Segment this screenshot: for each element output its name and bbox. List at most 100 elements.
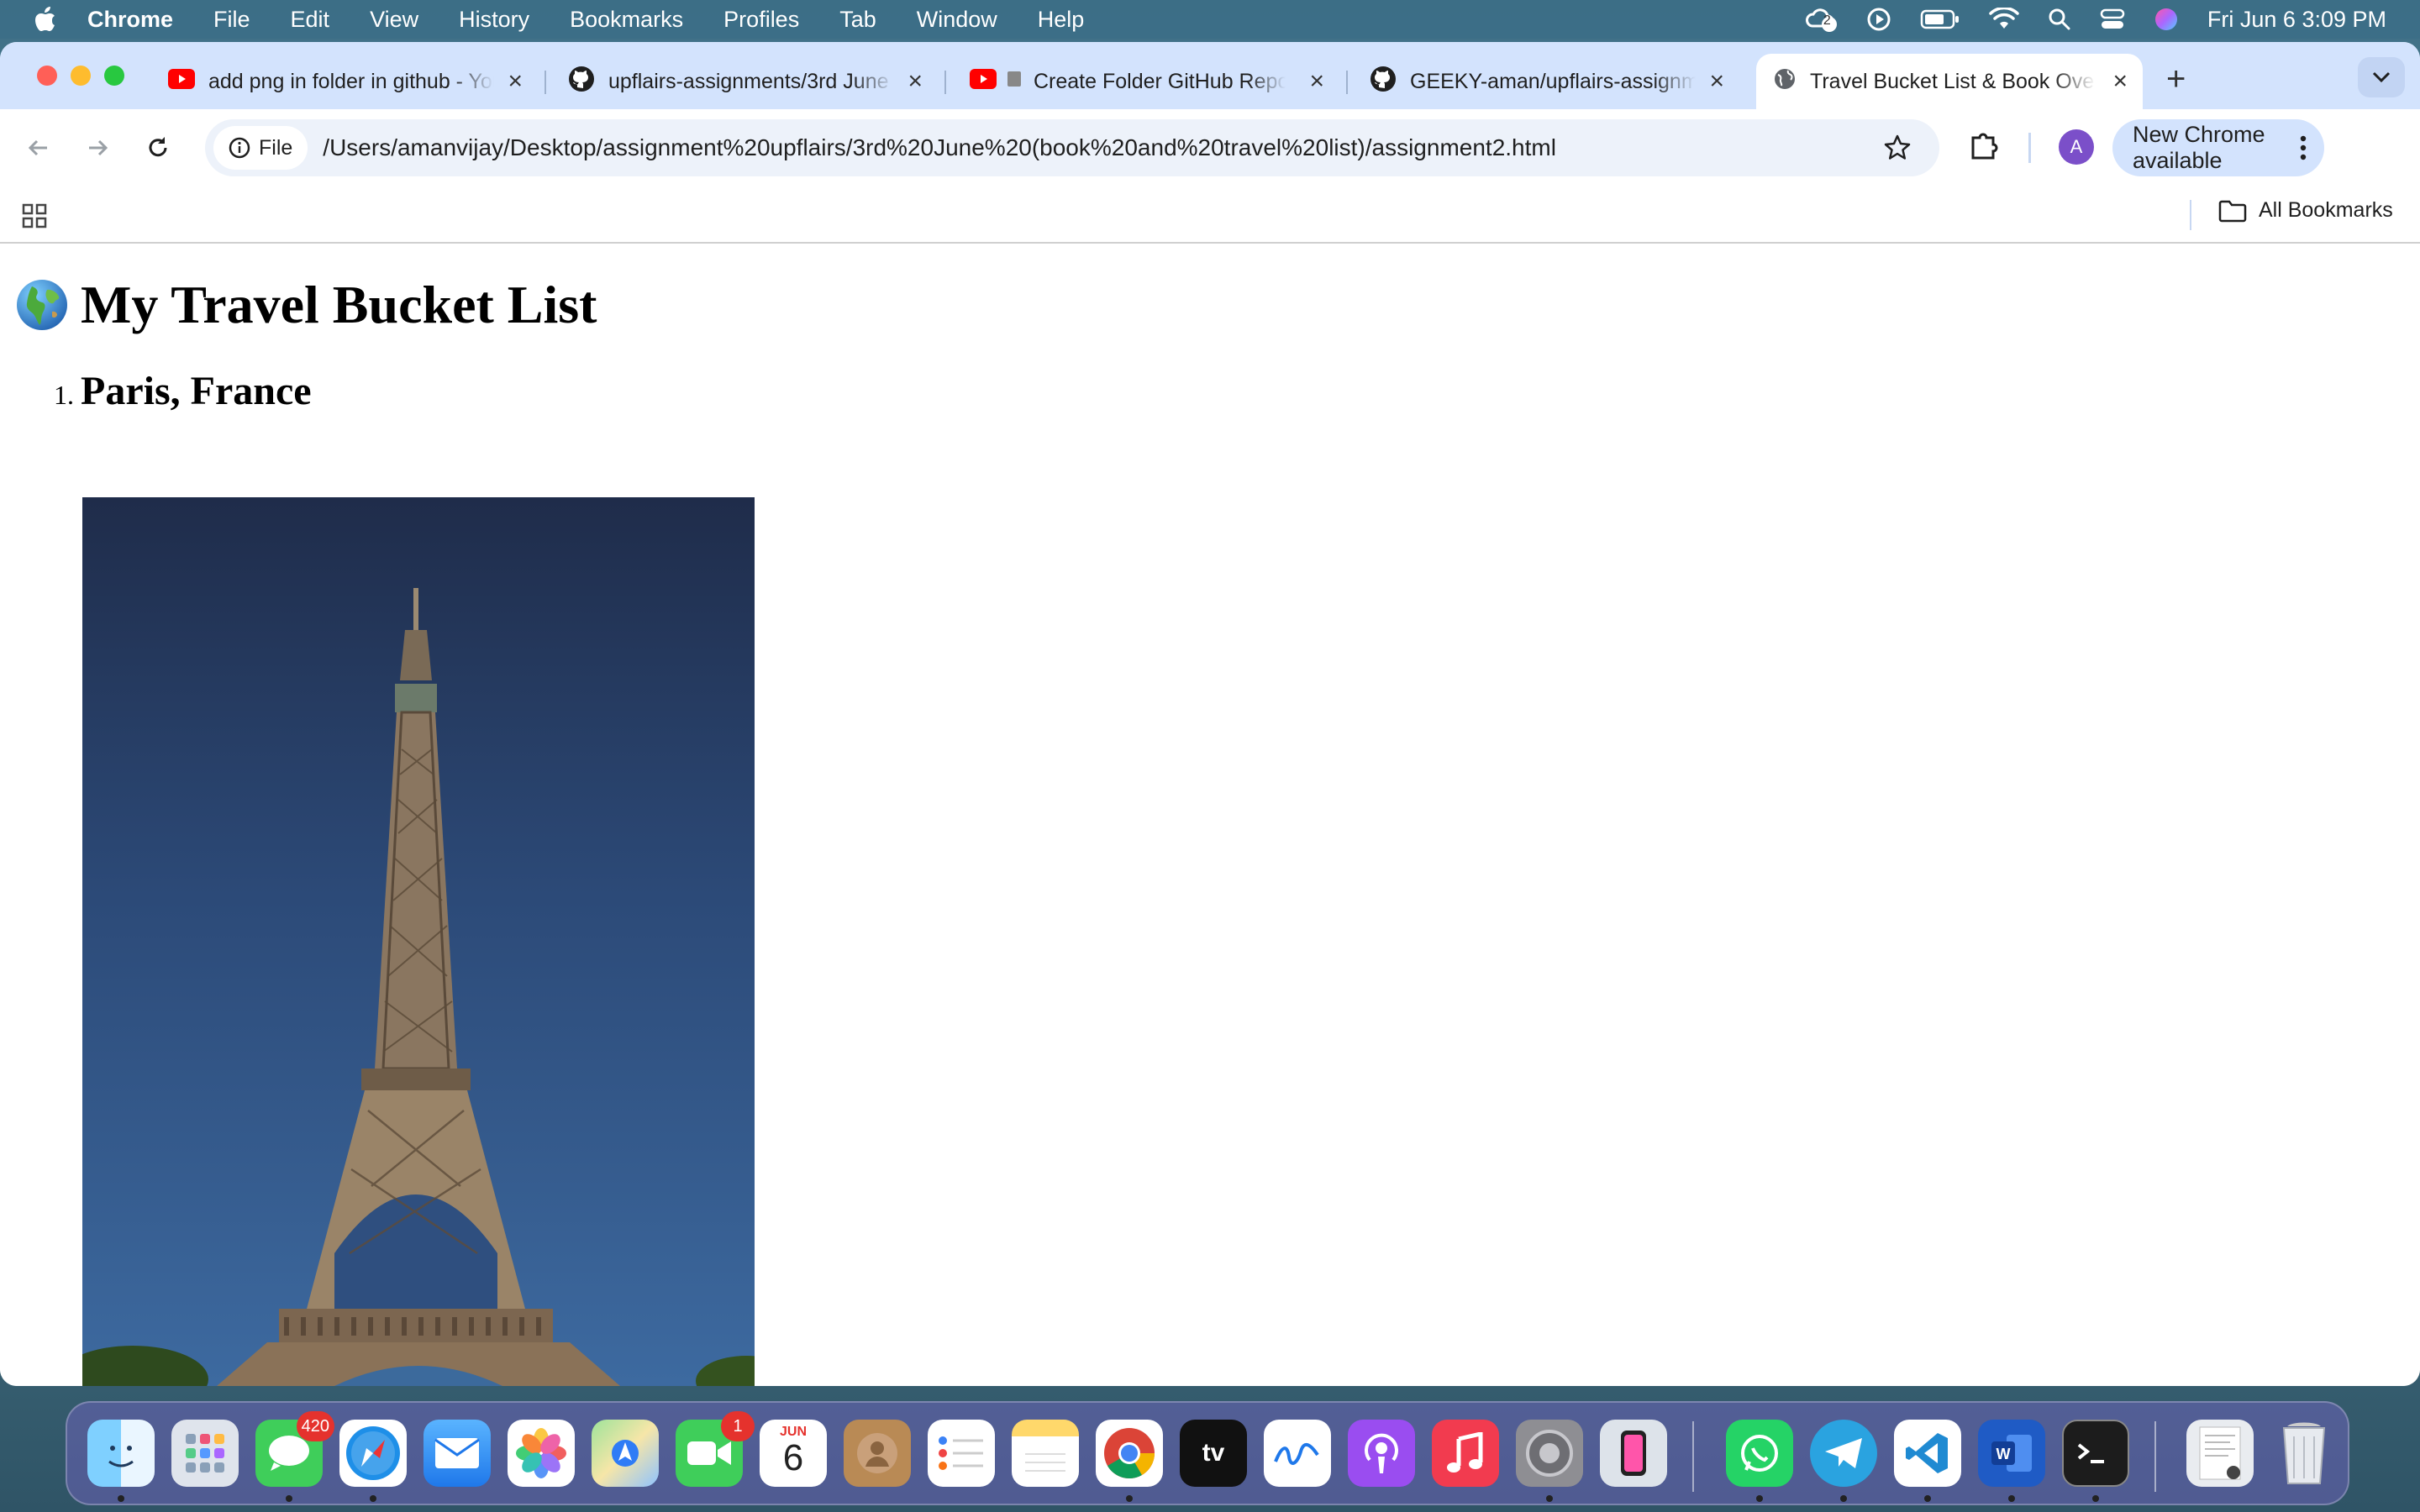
github-icon bbox=[568, 66, 595, 98]
eiffel-tower-image bbox=[82, 497, 755, 1386]
close-icon[interactable]: × bbox=[1309, 67, 1324, 96]
siri-icon[interactable] bbox=[2154, 7, 2179, 32]
page-icon bbox=[1005, 70, 1023, 94]
list-number: 1. bbox=[54, 380, 74, 410]
bookmark-star-icon[interactable] bbox=[1882, 133, 1912, 167]
menu-history[interactable]: History bbox=[459, 7, 529, 33]
apple-icon[interactable] bbox=[34, 7, 57, 32]
site-info-chip[interactable]: File bbox=[213, 126, 308, 170]
podcasts-icon[interactable] bbox=[1348, 1420, 1415, 1487]
tab-title: upflairs-assignments/3rd June bbox=[608, 69, 889, 93]
notes-icon[interactable] bbox=[1012, 1420, 1079, 1487]
launchpad-icon[interactable] bbox=[171, 1420, 239, 1487]
mail-icon[interactable] bbox=[424, 1420, 491, 1487]
search-icon[interactable] bbox=[2048, 8, 2071, 31]
facetime-icon[interactable]: 1 bbox=[676, 1411, 755, 1487]
tab-1[interactable]: add png in folder in github - YouTube × bbox=[151, 54, 538, 109]
close-window-button[interactable] bbox=[37, 66, 57, 86]
forward-button[interactable] bbox=[77, 128, 118, 168]
menu-help[interactable]: Help bbox=[1038, 7, 1085, 33]
vscode-icon[interactable] bbox=[1894, 1420, 1961, 1487]
tab-strip: add png in folder in github - YouTube × … bbox=[0, 42, 2420, 109]
word-icon[interactable]: W bbox=[1978, 1420, 2045, 1487]
battery-icon[interactable] bbox=[1920, 8, 1960, 30]
reload-icon bbox=[149, 137, 167, 157]
tab-2[interactable]: upflairs-assignments/3rd June × bbox=[551, 54, 938, 109]
zoom-window-button[interactable] bbox=[104, 66, 124, 86]
creative-cloud-icon[interactable]: 2 bbox=[1804, 6, 1838, 33]
all-bookmarks-button[interactable]: All Bookmarks bbox=[2218, 198, 2393, 223]
tab-search-button[interactable] bbox=[2358, 57, 2405, 97]
tv-glyph: tv bbox=[1202, 1439, 1225, 1467]
close-icon[interactable]: × bbox=[508, 67, 523, 96]
info-icon bbox=[229, 137, 250, 159]
play-icon[interactable] bbox=[1866, 7, 1891, 32]
photos-icon[interactable] bbox=[508, 1420, 575, 1487]
address-bar[interactable]: File /Users/amanvijay/Desktop/assignment… bbox=[205, 119, 1939, 176]
close-icon[interactable]: × bbox=[2112, 67, 2128, 96]
downloads-stack-icon[interactable] bbox=[2186, 1420, 2254, 1487]
chrome-update-button[interactable]: New Chrome available bbox=[2112, 119, 2324, 176]
reload-button[interactable] bbox=[138, 128, 178, 168]
tab-active[interactable]: Travel Bucket List & Book Overview × bbox=[1756, 54, 2143, 109]
url-text[interactable]: /Users/amanvijay/Desktop/assignment%20up… bbox=[323, 134, 1556, 161]
profile-avatar[interactable]: A bbox=[2059, 129, 2094, 165]
notification-count: 2 bbox=[1823, 13, 1831, 28]
back-button[interactable] bbox=[18, 128, 59, 168]
music-icon[interactable] bbox=[1432, 1420, 1499, 1487]
github-icon bbox=[1370, 66, 1397, 98]
whatsapp-icon[interactable] bbox=[1726, 1420, 1793, 1487]
tab-title: Create Folder GitHub Repo bbox=[1034, 69, 1286, 93]
menu-view[interactable]: View bbox=[370, 7, 418, 33]
telegram-icon[interactable] bbox=[1810, 1420, 1877, 1487]
page-title: My Travel Bucket List bbox=[81, 275, 597, 334]
terminal-icon[interactable] bbox=[2062, 1420, 2129, 1487]
folder-icon bbox=[2218, 200, 2247, 222]
youtube-icon bbox=[168, 68, 195, 95]
apple-tv-icon[interactable]: tv bbox=[1180, 1420, 1247, 1487]
close-icon[interactable]: × bbox=[908, 67, 923, 96]
menu-window[interactable]: Window bbox=[917, 7, 997, 33]
finder-icon[interactable] bbox=[87, 1420, 155, 1487]
forward-arrow-icon bbox=[89, 139, 108, 156]
contacts-icon[interactable] bbox=[844, 1420, 911, 1487]
control-center-icon[interactable] bbox=[2100, 8, 2125, 31]
calendar-day: 6 bbox=[782, 1437, 804, 1478]
wifi-icon[interactable] bbox=[1989, 8, 2019, 31]
close-icon[interactable]: × bbox=[1709, 67, 1724, 96]
calendar-icon[interactable]: JUN 6 bbox=[760, 1420, 827, 1487]
reminders-icon[interactable] bbox=[928, 1420, 995, 1487]
trash-icon[interactable] bbox=[2270, 1420, 2338, 1487]
chrome-icon[interactable] bbox=[1096, 1420, 1163, 1487]
apps-grid-icon[interactable] bbox=[22, 203, 47, 233]
minimize-window-button[interactable] bbox=[71, 66, 91, 86]
menu-edit[interactable]: Edit bbox=[291, 7, 330, 33]
iphone-mirroring-icon[interactable] bbox=[1600, 1420, 1667, 1487]
menu-tab[interactable]: Tab bbox=[839, 7, 876, 33]
facetime-badge: 1 bbox=[721, 1411, 755, 1441]
tab-title: GEEKY-aman/upflairs-assignments bbox=[1410, 69, 1696, 93]
window-controls bbox=[37, 66, 124, 86]
freeform-icon[interactable] bbox=[1264, 1420, 1331, 1487]
tab-title: add png in folder in github - YouTube bbox=[208, 69, 494, 93]
page-content: My Travel Bucket List 1. Paris, France bbox=[0, 244, 2420, 1386]
menu-app-name[interactable]: Chrome bbox=[87, 7, 173, 33]
update-label: New Chrome available bbox=[2133, 122, 2265, 173]
system-settings-icon[interactable] bbox=[1516, 1420, 1583, 1487]
maps-icon[interactable] bbox=[592, 1420, 659, 1487]
new-tab-button[interactable]: + bbox=[2166, 60, 2186, 98]
all-bookmarks-label: All Bookmarks bbox=[2259, 198, 2393, 222]
menu-profiles[interactable]: Profiles bbox=[723, 7, 799, 33]
safari-icon[interactable] bbox=[339, 1420, 407, 1487]
clock[interactable]: Fri Jun 6 3:09 PM bbox=[2207, 7, 2386, 33]
tab-3[interactable]: Create Folder GitHub Repo × bbox=[953, 54, 1339, 109]
extensions-icon[interactable] bbox=[1966, 128, 2000, 165]
menu-bookmarks[interactable]: Bookmarks bbox=[570, 7, 683, 33]
browser-window: add png in folder in github - YouTube × … bbox=[0, 42, 2420, 1386]
menu-file[interactable]: File bbox=[213, 7, 250, 33]
kebab-menu-icon[interactable] bbox=[2299, 134, 2307, 167]
messages-badge: 420 bbox=[296, 1411, 334, 1441]
tab-4[interactable]: GEEKY-aman/upflairs-assignments × bbox=[1353, 54, 1739, 109]
macos-dock: 420 1 JUN 6 tv W bbox=[66, 1401, 2349, 1505]
messages-icon[interactable]: 420 bbox=[255, 1411, 334, 1487]
